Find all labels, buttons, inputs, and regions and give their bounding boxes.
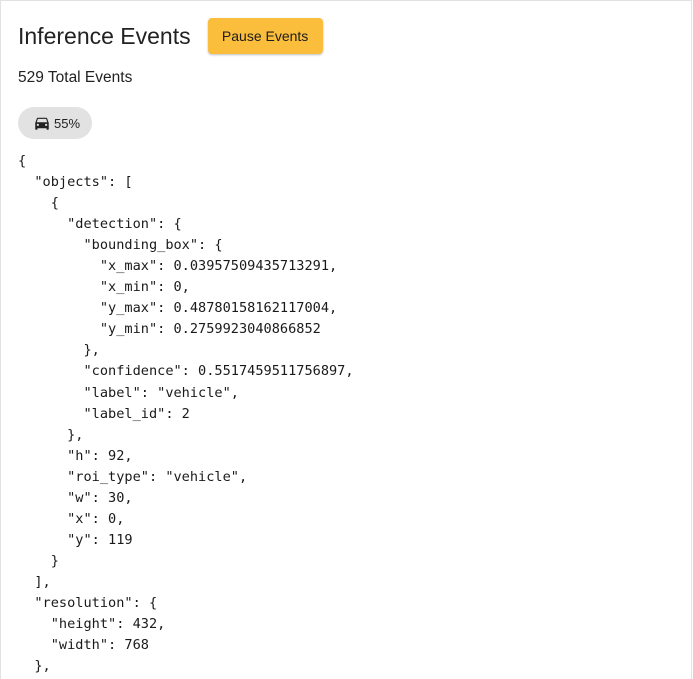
vehicle-confidence-chip[interactable]: 55% <box>18 107 92 139</box>
event-json-viewer: { "objects": [ { "detection": { "boundin… <box>18 153 354 675</box>
total-events-count: 529 Total Events <box>18 69 133 86</box>
inference-events-panel: Inference Events Pause Events 529 Total … <box>0 0 692 679</box>
pause-events-button[interactable]: Pause Events <box>207 18 323 54</box>
car-icon <box>32 114 52 132</box>
chip-label: 55% <box>54 115 81 131</box>
header: Inference Events Pause Events <box>18 18 323 54</box>
page-title: Inference Events <box>18 23 191 49</box>
